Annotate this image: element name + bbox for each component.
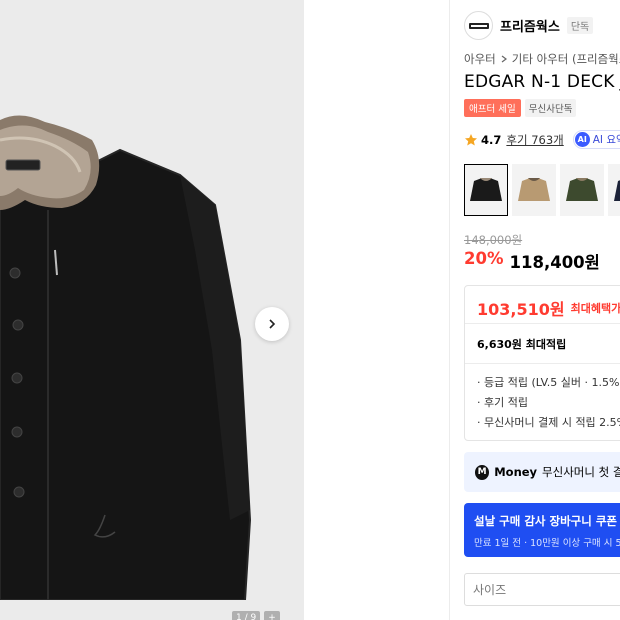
brand-name[interactable]: 프리즘웍스	[500, 16, 560, 35]
brand-exclusive-tag: 단독	[566, 17, 594, 34]
brand-logo-icon	[468, 22, 489, 29]
vertical-divider	[449, 0, 450, 620]
ai-summary-button[interactable]: AI AI 요약 보	[572, 130, 620, 149]
thumbnail-olive[interactable]	[560, 164, 604, 216]
chevron-right-icon	[269, 319, 276, 329]
benefit-divider	[465, 363, 620, 364]
sale-badge: 애프터 세일	[464, 99, 521, 117]
image-counter-index: 1 / 9	[232, 611, 261, 620]
exclusive-badge: 무신사단독	[524, 99, 577, 117]
points-item: · 무신사머니 결제 시 적립 2.5%	[477, 416, 620, 429]
product-badges: 애프터 세일 무신사단독	[464, 99, 577, 117]
thumbnail-navy[interactable]	[608, 164, 620, 216]
max-points: 6,630원 최대적립	[477, 338, 567, 351]
size-select[interactable]: 사이즈	[464, 573, 620, 606]
breadcrumb-level1[interactable]: 아우터	[464, 51, 496, 67]
money-brand: Money	[494, 465, 538, 479]
thumbnail-black[interactable]	[464, 164, 508, 216]
thumbnail-beige[interactable]	[512, 164, 556, 216]
ai-icon: AI	[574, 132, 590, 147]
price-row: 20% 118,400원	[464, 249, 600, 273]
product-image-gallery[interactable]: 1 / 9 +	[0, 0, 304, 620]
points-item: · 후기 적립	[477, 396, 528, 409]
size-select-placeholder: 사이즈	[473, 583, 507, 597]
image-counter: 1 / 9 +	[232, 611, 280, 620]
chevron-right-icon	[501, 55, 507, 63]
points-list: · 등급 적립 (LV.5 실버 · 1.5%) · 후기 적립 · 무신사머니…	[477, 374, 620, 434]
original-price: 148,000원	[464, 233, 523, 247]
jacket-thumbnail-image	[518, 178, 550, 201]
benefit-divider	[465, 323, 620, 324]
jacket-thumbnail-image	[614, 180, 620, 201]
musinsa-money-banner[interactable]: M Money 무신사머니 첫 결제	[464, 452, 620, 492]
ai-summary-label: AI 요약 보	[592, 134, 620, 146]
coupon-subtitle: 만료 1일 전 · 10만원 이상 구매 시 5천	[474, 538, 620, 549]
reviews-link[interactable]: 후기 763개	[506, 132, 563, 148]
product-main-image	[0, 115, 304, 620]
star-icon	[465, 133, 477, 145]
sale-price: 118,400원	[509, 253, 600, 272]
color-thumbnails	[464, 164, 620, 216]
breadcrumb-level2[interactable]: 기타 아우터 (프리즘웍스	[512, 51, 620, 67]
money-icon: M	[475, 464, 490, 480]
jacket-thumbnail-image	[470, 178, 502, 201]
cart-coupon-button[interactable]: 설날 구매 감사 장바구니 쿠폰 만료 1일 전 · 10만원 이상 구매 시 …	[464, 503, 620, 557]
next-image-button[interactable]	[255, 307, 289, 341]
image-counter-more[interactable]: +	[264, 611, 280, 620]
money-banner-text: 무신사머니 첫 결제	[542, 465, 620, 479]
breadcrumb: 아우터 기타 아우터 (프리즘웍스	[464, 51, 620, 67]
points-item: · 등급 적립 (LV.5 실버 · 1.5%)	[477, 376, 620, 389]
product-title: EDGAR N-1 DECK JAC	[464, 72, 620, 92]
best-price: 103,510원	[477, 300, 565, 319]
brand-row[interactable]: 프리즘웍스 단독	[464, 11, 594, 40]
rating-row: 4.7 후기 763개 AI AI 요약 보	[464, 130, 620, 149]
jacket-thumbnail-image	[566, 178, 598, 201]
benefit-box: 103,510원 최대혜택가 i 6,630원 최대적립 · 등급 적립 (LV…	[464, 285, 620, 441]
best-price-label: 최대혜택가	[570, 302, 620, 315]
brand-logo[interactable]	[464, 11, 493, 40]
product-info-panel: 프리즘웍스 단독 아우터 기타 아우터 (프리즘웍스 EDGAR N-1 DEC…	[464, 0, 620, 620]
discount-rate: 20%	[464, 249, 504, 268]
coupon-title: 설날 구매 감사 장바구니 쿠폰	[474, 514, 617, 528]
best-price-row[interactable]: 103,510원 최대혜택가 i	[477, 296, 620, 320]
product-page: 1 / 9 + 프리즘웍스 단독 아우터 기타 아우터 (프리즘웍스 EDGAR…	[0, 0, 620, 620]
rating-value: 4.7	[481, 132, 502, 147]
